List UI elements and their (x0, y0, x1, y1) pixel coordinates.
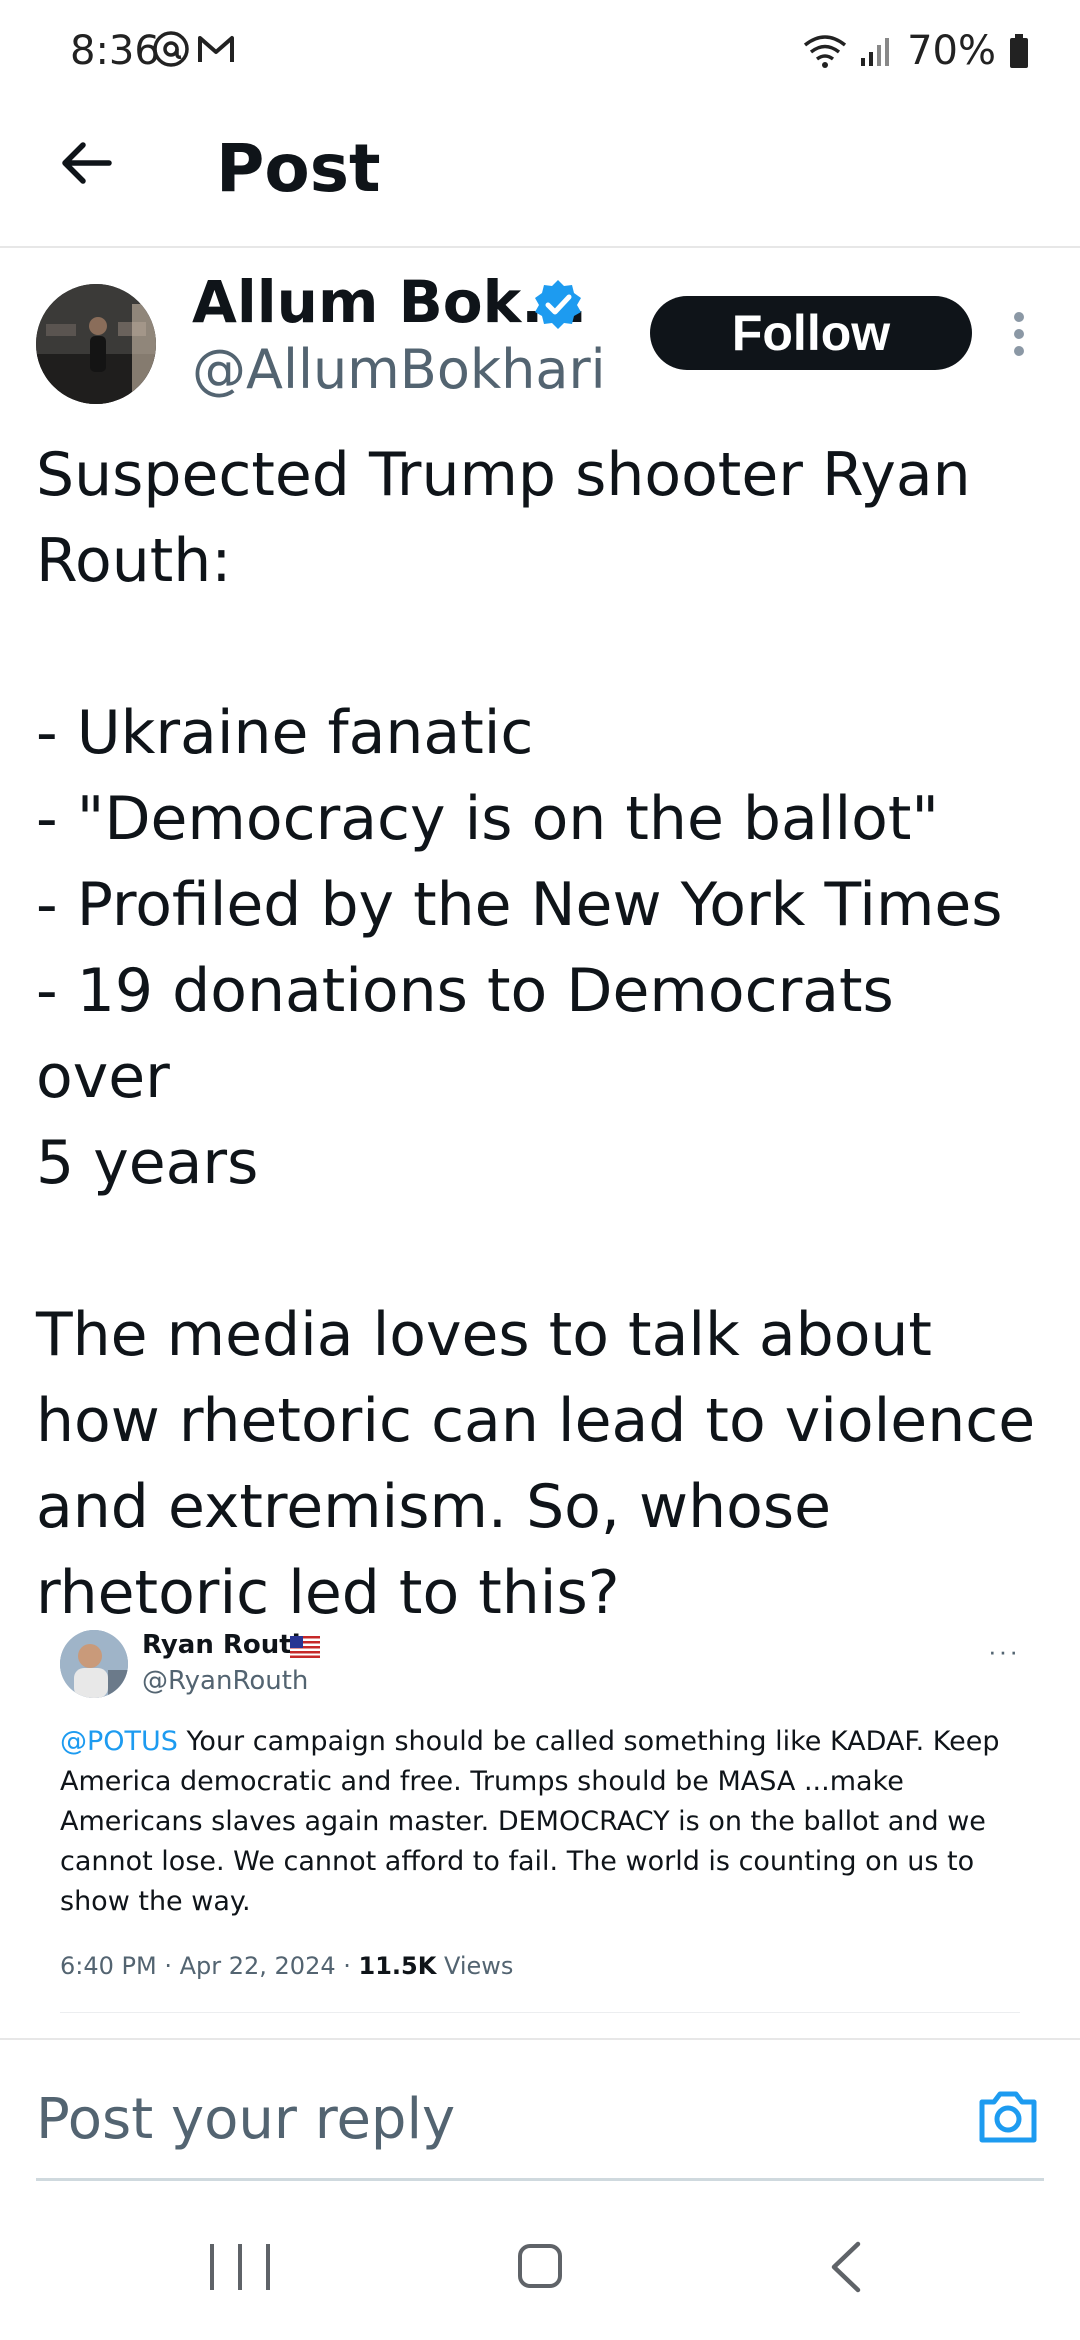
camera-button[interactable] (976, 2086, 1040, 2146)
reply-divider (0, 2038, 1080, 2040)
post-text-line: and extremism. So, whose (36, 1472, 831, 1542)
quoted-body: Your campaign should be called something… (60, 1726, 1000, 1917)
back-button[interactable] (50, 128, 120, 198)
more-options-button[interactable] (1004, 304, 1034, 364)
quoted-divider (60, 2012, 1020, 2013)
nav-back-button[interactable] (826, 2240, 866, 2294)
nav-home-button[interactable] (518, 2244, 562, 2288)
post-text-line: - "Democracy is on the ballot" (36, 784, 939, 854)
header-divider (0, 246, 1080, 248)
more-dot-icon (1014, 346, 1024, 356)
post-text-line (36, 1206, 1046, 1292)
page-title: Post (216, 130, 381, 207)
quoted-meta: 6:40 PM · Apr 22, 2024 · 11.5K Views (60, 1952, 513, 1980)
post-text-line: rhetoric led to this? (36, 1558, 620, 1628)
post-text-line: - Ukraine fanatic (36, 698, 534, 768)
verified-badge-icon (535, 280, 581, 329)
author-avatar[interactable] (36, 284, 156, 404)
arrow-left-icon (62, 142, 112, 184)
quoted-author-name: Ryan Routh (142, 1630, 311, 1660)
recents-bar-icon (210, 2244, 214, 2290)
quoted-avatar (60, 1630, 128, 1698)
battery-icon (1010, 34, 1028, 68)
follow-button[interactable]: Follow (650, 296, 972, 370)
post-text-line: Suspected Trump shooter Ryan (36, 440, 971, 510)
author-name[interactable]: Allum Bok... (192, 268, 587, 336)
recents-bar-icon (238, 2244, 242, 2290)
post-text-line: The media loves to talk about (36, 1300, 932, 1370)
quoted-more-icon: ··· (988, 1636, 1020, 1666)
avatar-photo (36, 284, 156, 404)
status-right-group: 70% (803, 28, 1030, 74)
post-text-line: 5 years (36, 1128, 259, 1198)
threads-icon (153, 31, 189, 67)
more-dot-icon (1014, 329, 1024, 339)
more-dot-icon (1014, 312, 1024, 322)
battery-percent: 70% (907, 28, 996, 74)
us-flag-icon (290, 1636, 320, 1658)
post-text: Suspected Trump shooter Ryan Routh: - Ukra… (36, 432, 1046, 1636)
quoted-views-label: Views (436, 1952, 514, 1980)
quoted-mention: @POTUS (60, 1726, 178, 1757)
status-notification-icons (152, 30, 236, 68)
author-handle[interactable]: @AllumBokhari (192, 338, 606, 401)
status-time: 8:36 (70, 28, 160, 74)
quoted-author-handle: @RyanRouth (142, 1666, 309, 1696)
wifi-icon (804, 35, 847, 68)
quoted-text: @POTUS Your campaign should be called so… (60, 1722, 1010, 1922)
reply-input[interactable] (36, 2084, 936, 2154)
post-text-line (36, 604, 1046, 690)
post-text-line: how rhetoric can lead to violence (36, 1386, 1036, 1456)
recents-bar-icon (266, 2244, 270, 2290)
signal-icon (861, 38, 890, 66)
reply-underline (36, 2178, 1044, 2181)
gmail-icon (198, 36, 234, 62)
post-text-line: - Profiled by the New York Times (36, 870, 1003, 940)
post-text-line: Routh: (36, 526, 232, 596)
camera-icon (979, 2091, 1037, 2143)
nav-recents-button[interactable] (210, 2244, 270, 2290)
quoted-avatar-photo (60, 1630, 128, 1698)
quoted-views-count: 11.5K (358, 1952, 437, 1980)
chevron-left-icon (831, 2241, 861, 2293)
quoted-timestamp: 6:40 PM · Apr 22, 2024 · (60, 1952, 359, 1980)
post-text-line: - 19 donations to Democrats over (36, 956, 894, 1112)
